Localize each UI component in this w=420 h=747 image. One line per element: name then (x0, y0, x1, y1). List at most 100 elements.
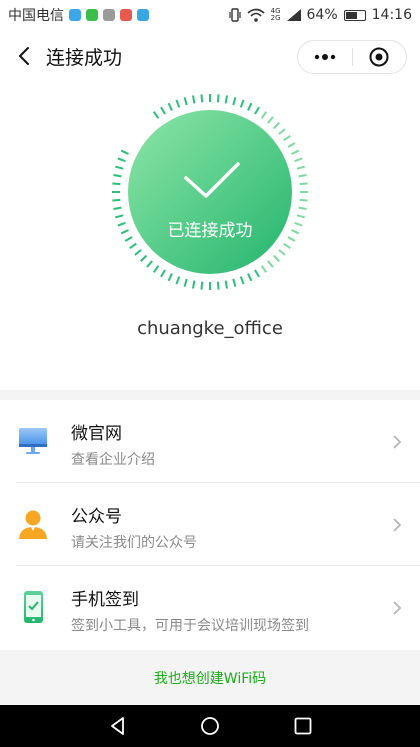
ring-tick (134, 249, 142, 256)
battery-percent: 64% (306, 7, 338, 23)
back-icon[interactable] (14, 45, 36, 67)
ring-tick (191, 95, 196, 104)
list-item-subtitle: 请关注我们的公众号 (71, 535, 197, 551)
network-type: 4G 2G (270, 7, 281, 22)
ring-tick (115, 165, 124, 170)
ring-tick (175, 99, 181, 108)
wifi-icon (247, 8, 265, 22)
gallery-icon (103, 9, 115, 21)
nav-recents-icon[interactable] (293, 716, 313, 736)
ring-tick (160, 269, 166, 278)
clock: 14:16 (371, 7, 412, 23)
ring-tick (120, 149, 129, 155)
shield-icon (137, 9, 149, 21)
signal-icon (286, 9, 301, 21)
chevron-right-icon (393, 601, 402, 615)
status-bar-left: 中国电信 (8, 5, 149, 25)
status-bar: 中国电信 4G 2G 64% 14:16 (0, 0, 420, 30)
phone-check-icon (24, 591, 43, 623)
mini-program-capsule (297, 40, 407, 74)
ring-tick (152, 111, 160, 119)
ring-tick (254, 269, 260, 278)
monitor-icon (19, 428, 47, 454)
chevron-right-icon (393, 435, 402, 449)
ring-tick (167, 102, 173, 111)
target-close-icon (369, 47, 389, 67)
ring-tick (291, 149, 300, 155)
ring-tick (299, 198, 308, 202)
ring-tick (232, 278, 237, 287)
ring-tick (278, 249, 286, 256)
ring-tick (260, 111, 268, 119)
list-item-title: 公众号 (71, 507, 122, 527)
ring-tick (112, 182, 121, 186)
ring-tick (296, 165, 305, 170)
wechat-icon (86, 9, 98, 21)
weibo-icon (120, 9, 132, 21)
ring-tick (183, 97, 188, 106)
ring-tick (247, 273, 253, 282)
list-item-mobile-checkin[interactable]: 手机签到 签到小工具，可用于会议培训现场签到 (0, 566, 420, 649)
ring-tick (175, 276, 181, 285)
ring-tick (283, 134, 291, 142)
system-nav-bar (0, 705, 420, 747)
ring-tick (224, 95, 229, 104)
ring-tick (200, 94, 204, 103)
status-bar-right: 4G 2G 64% 14:16 (229, 7, 412, 23)
close-mini-program-button[interactable] (353, 41, 407, 73)
ring-tick (267, 116, 274, 124)
ring-tick (216, 94, 220, 103)
vibrate-icon (229, 8, 241, 22)
list-item-title: 微官网 (71, 424, 122, 444)
ring-tick (232, 97, 237, 106)
ring-tick (167, 273, 173, 282)
ring-tick (278, 128, 286, 135)
list-item-subtitle: 查看企业介绍 (71, 452, 155, 468)
nav-home-icon[interactable] (200, 716, 220, 736)
nav-back-icon[interactable] (108, 716, 128, 736)
ring-tick (224, 280, 229, 289)
ring-tick (239, 276, 245, 285)
section-divider (0, 390, 420, 400)
list-item-micro-site[interactable]: 微官网 查看企业介绍 (0, 400, 420, 483)
more-icon (314, 54, 335, 60)
ring-tick (160, 106, 166, 115)
list-item-title: 手机签到 (71, 590, 139, 610)
person-icon (19, 510, 47, 539)
ring-tick (129, 242, 137, 250)
ring-tick (117, 157, 126, 163)
battery-icon (343, 9, 366, 21)
nav-bar: 连接成功 (0, 30, 420, 84)
notification-icon (69, 9, 81, 21)
ring-tick (283, 242, 291, 250)
ring-tick (146, 260, 153, 268)
chevron-right-icon (393, 518, 402, 532)
connection-status-text: 已连接成功 (167, 221, 253, 241)
ring-tick (298, 206, 307, 211)
ring-tick (294, 157, 303, 163)
create-wifi-code-link[interactable]: 我也想创建WiFi码 (154, 668, 266, 688)
ring-tick (254, 106, 260, 115)
carrier-label: 中国电信 (8, 8, 64, 24)
ring-tick (272, 254, 281, 263)
ring-tick (216, 281, 220, 290)
list-item-subtitle: 签到小工具，可用于会议培训现场签到 (71, 618, 309, 634)
ring-tick (113, 206, 122, 211)
ring-tick (239, 99, 245, 108)
ring-tick (113, 173, 122, 178)
more-button[interactable] (298, 41, 352, 73)
wifi-ssid: chuangke_office (137, 318, 283, 339)
list-item-official-account[interactable]: 公众号 请关注我们的公众号 (0, 483, 420, 566)
ring-tick (299, 182, 308, 186)
ring-tick (272, 121, 281, 130)
ring-tick (287, 142, 296, 148)
page-title: 连接成功 (46, 47, 123, 69)
feature-list: 微官网 查看企业介绍 公众号 请关注我们的公众号 手机签到 签到小工具，可用于会… (0, 400, 420, 649)
ring-tick (183, 278, 188, 287)
ring-tick (112, 198, 121, 202)
footer: 我也想创建WiFi码 (0, 650, 420, 705)
ring-tick (139, 254, 148, 263)
ring-tick (200, 281, 204, 290)
ring-tick (267, 260, 274, 268)
ring-tick (152, 265, 160, 273)
